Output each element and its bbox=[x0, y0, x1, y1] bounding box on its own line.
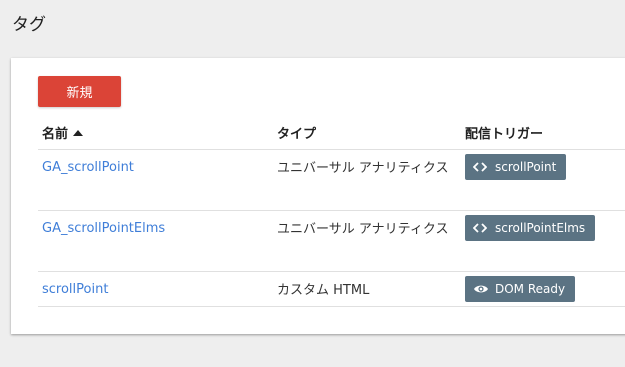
eye-icon bbox=[473, 283, 488, 295]
table-row: scrollPoint カスタム HTML DOM Ready bbox=[38, 271, 625, 307]
trigger-chip-label: DOM Ready bbox=[495, 282, 566, 296]
table-row: GA_scrollPoint ユニバーサル アナリティクス scrollPoin… bbox=[38, 149, 625, 211]
tags-table: 名前 タイプ 配信トリガー GA_scrollPoint ユニバーサル アナリテ… bbox=[38, 116, 625, 307]
code-icon bbox=[473, 222, 487, 234]
tag-type-cell: ユニバーサル アナリティクス bbox=[274, 149, 462, 211]
column-header-name-label: 名前 bbox=[42, 127, 69, 142]
tag-name-link[interactable]: GA_scrollPointElms bbox=[42, 220, 165, 238]
table-header-row: 名前 タイプ 配信トリガー bbox=[38, 116, 625, 150]
tag-trigger-cell: DOM Ready bbox=[462, 271, 625, 307]
column-header-name[interactable]: 名前 bbox=[38, 116, 274, 150]
tags-card: 新規 名前 タイプ 配信トリガー GA_scrollPoint ユニバーサル ア… bbox=[11, 58, 625, 334]
tag-type-text: ユニバーサル アナリティクス bbox=[277, 161, 449, 176]
tag-type-text: ユニバーサル アナリティクス bbox=[277, 222, 449, 237]
tag-name-cell: scrollPoint bbox=[38, 271, 274, 307]
tag-name-cell: GA_scrollPoint bbox=[38, 149, 274, 211]
trigger-chip-label: scrollPointElms bbox=[495, 221, 586, 235]
tag-type-text: カスタム HTML bbox=[277, 283, 370, 298]
tag-type-cell: ユニバーサル アナリティクス bbox=[274, 210, 462, 272]
trigger-chip[interactable]: scrollPointElms bbox=[465, 215, 596, 241]
code-icon bbox=[473, 161, 487, 173]
trigger-chip[interactable]: scrollPoint bbox=[465, 154, 567, 180]
column-header-trigger[interactable]: 配信トリガー bbox=[462, 116, 625, 150]
tag-name-cell: GA_scrollPointElms bbox=[38, 210, 274, 272]
tag-name-link[interactable]: scrollPoint bbox=[42, 281, 108, 299]
tag-name-link[interactable]: GA_scrollPoint bbox=[42, 159, 134, 177]
tag-trigger-cell: scrollPoint bbox=[462, 149, 625, 211]
column-header-trigger-label: 配信トリガー bbox=[465, 127, 544, 142]
column-header-type-label: タイプ bbox=[277, 127, 317, 142]
page-title: タグ bbox=[12, 15, 46, 35]
sort-ascending-icon bbox=[73, 130, 84, 136]
table-row: GA_scrollPointElms ユニバーサル アナリティクス scroll… bbox=[38, 210, 625, 272]
trigger-chip-label: scrollPoint bbox=[495, 160, 557, 174]
tag-type-cell: カスタム HTML bbox=[274, 271, 462, 307]
tag-trigger-cell: scrollPointElms bbox=[462, 210, 625, 272]
column-header-type[interactable]: タイプ bbox=[274, 116, 462, 150]
trigger-chip[interactable]: DOM Ready bbox=[465, 276, 576, 302]
new-tag-button[interactable]: 新規 bbox=[38, 76, 121, 107]
